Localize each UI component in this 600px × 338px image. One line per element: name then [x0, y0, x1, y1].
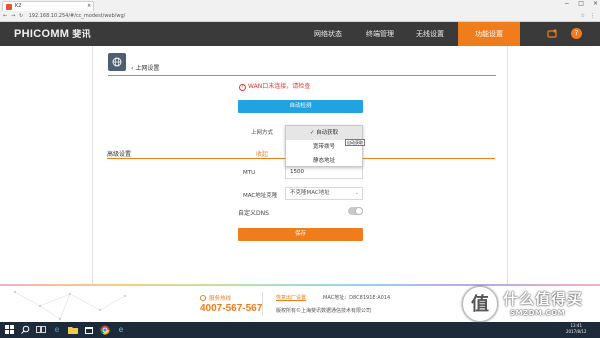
file-explorer-icon[interactable] — [68, 325, 78, 335]
address-bar[interactable]: ← → ↻ 192.168.10.254/#/cc_modest/web/wg/ ☆… — [3, 12, 597, 21]
menu-icon[interactable]: ⋮ — [590, 12, 595, 21]
watermark-text: 什么值得买 — [503, 290, 584, 308]
wan-warning: ! WAN口未连接，请检查 — [239, 82, 310, 91]
mac-address: MAC地址：D8C8191E:A014 — [323, 295, 391, 301]
chevron-down-icon: ⌄ — [354, 190, 359, 196]
service-hotline-label: 服务热线 — [200, 294, 231, 302]
network-decoration — [13, 290, 127, 321]
globe-back-icon[interactable] — [108, 53, 126, 71]
mtu-label: MTU — [243, 170, 256, 176]
warning-icon: ! — [239, 84, 246, 91]
service-phone: 4007-567-567 — [200, 303, 263, 314]
factory-reset-link[interactable]: 恢复出厂设置 — [276, 294, 306, 301]
mac-clone-label: MAC地址克隆 — [243, 193, 278, 199]
connection-mode-dropdown[interactable]: ✓ 自动获取 宽带拨号 静态地址 — [285, 125, 363, 167]
reload-icon[interactable]: ↻ — [19, 12, 27, 21]
tooltip: 自动获取 — [345, 139, 365, 146]
minimize-button[interactable]: − — [564, 0, 569, 10]
forward-icon[interactable]: → — [11, 12, 19, 21]
taskbar: e e — [0, 322, 600, 338]
watermark-logo: 值 — [462, 286, 498, 322]
tab-close-icon[interactable]: × — [87, 2, 91, 11]
search-icon[interactable] — [20, 325, 30, 335]
window-controls: − □ × — [564, 0, 598, 10]
page-title[interactable]: ‹ 上网设置 — [131, 63, 159, 72]
svg-text:值: 值 — [471, 293, 489, 315]
upgrade-icon[interactable] — [547, 29, 557, 39]
windows-start-icon[interactable] — [4, 325, 14, 335]
advanced-settings-label: 高级设置 — [107, 151, 132, 158]
dropdown-option-static[interactable]: 静态地址 — [286, 154, 362, 168]
url-text[interactable]: 192.168.10.254/#/cc_modest/web/wg/ — [29, 13, 126, 19]
close-button[interactable]: × — [593, 0, 598, 10]
tab-title: K2 — [15, 3, 22, 9]
star-icon[interactable]: ☆ — [581, 12, 585, 21]
toggle-knob — [355, 207, 363, 215]
favicon-icon — [6, 4, 12, 10]
edge-icon[interactable]: e — [52, 325, 62, 335]
chrome-icon[interactable] — [100, 325, 110, 335]
title-divider — [108, 75, 496, 76]
back-icon[interactable]: ← — [3, 12, 11, 21]
help-icon[interactable]: ? — [571, 28, 582, 39]
nav-item-advanced[interactable]: 功能设置 — [458, 22, 520, 46]
taskbar-clock[interactable]: 13:41 2017/8/12 — [566, 323, 587, 335]
nav-item-network-status[interactable]: 网络状态 — [298, 22, 358, 46]
browser-tab[interactable]: K2 × — [2, 1, 94, 11]
watermark-subtext: SMZDM.COM — [510, 309, 566, 317]
custom-dns-toggle[interactable] — [348, 207, 363, 215]
browser-chrome: K2 × − □ × ← → ↻ 192.168.10.254/#/cc_modes… — [0, 0, 600, 22]
mac-clone-select[interactable]: 不克隆MAC地址 ⌄ — [285, 187, 363, 200]
task-view-icon[interactable] — [36, 325, 46, 335]
auto-detect-button[interactable]: 自动检测 — [238, 100, 363, 113]
nav-item-wireless[interactable]: 无线设置 — [402, 22, 458, 46]
ie-icon[interactable]: e — [116, 325, 126, 335]
top-nav: PHICOMM 斐讯 网络状态 终端管理 无线设置 功能设置 ? — [0, 22, 600, 46]
connection-mode-label: 上网方式 — [251, 130, 274, 136]
save-button[interactable]: 保存 — [238, 228, 363, 241]
nav-item-devices[interactable]: 终端管理 — [350, 22, 410, 46]
dropdown-option-auto[interactable]: ✓ 自动获取 — [286, 126, 362, 140]
copyright: 版权所有©上海斐讯数据通信技术有限公司 — [276, 308, 372, 314]
collapse-link[interactable]: 收起 — [256, 149, 268, 158]
headset-icon — [200, 295, 206, 301]
clock-date: 2017/8/12 — [566, 329, 587, 334]
logo: PHICOMM 斐讯 — [14, 28, 91, 40]
footer-divider — [262, 292, 263, 316]
custom-dns-label: 自定义DNS — [238, 210, 269, 217]
store-icon[interactable] — [84, 325, 94, 335]
maximize-button[interactable]: □ — [578, 0, 584, 10]
